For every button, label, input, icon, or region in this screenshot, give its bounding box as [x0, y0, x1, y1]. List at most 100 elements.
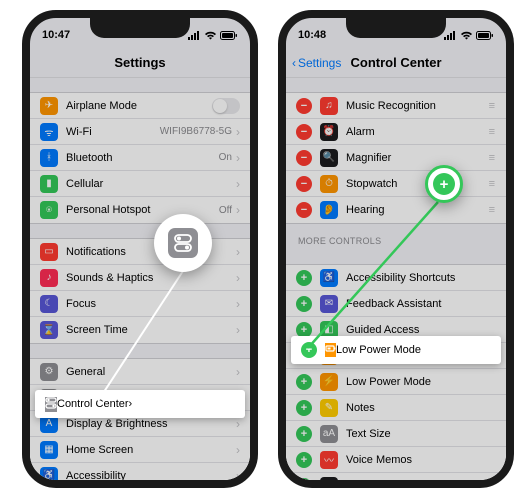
row-notes[interactable]: +✎Notes [286, 395, 506, 421]
plus-icon: + [433, 173, 455, 195]
chevron-right-icon: › [236, 443, 240, 457]
hearing-icon: 👂 [320, 201, 338, 219]
row-wallet[interactable]: + ▭ Wallet [286, 473, 506, 488]
row-alarm[interactable]: −⏰ Alarm≡ [286, 119, 506, 145]
chevron-left-icon: ‹ [292, 56, 296, 70]
chevron-right-icon: › [236, 323, 240, 337]
reorder-grip-icon[interactable]: ≡ [489, 152, 496, 164]
add-button[interactable]: + [296, 296, 312, 312]
alarm-icon: ⏰ [320, 123, 338, 141]
status-time: 10:47 [42, 29, 70, 41]
cellular-signal-icon [188, 31, 201, 40]
add-button[interactable]: + [301, 342, 317, 358]
row-label: Notes [346, 402, 496, 414]
feedback-icon: ✉ [320, 295, 338, 313]
reorder-grip-icon[interactable]: ≡ [489, 100, 496, 112]
chevron-right-icon: › [236, 271, 240, 285]
add-button[interactable]: + [296, 452, 312, 468]
row-label: Display & Brightness [66, 418, 236, 430]
general-icon: ⚙ [40, 363, 58, 381]
row-airplane[interactable]: ✈Airplane Mode [30, 93, 250, 119]
row-focus[interactable]: ☾Focus› [30, 291, 250, 317]
row-label: General [66, 366, 236, 378]
add-button[interactable]: + [296, 270, 312, 286]
reorder-grip-icon[interactable]: ≡ [489, 126, 496, 138]
settings-list[interactable]: ✈Airplane ModeᯤWi-FiWIFI9B6778-5G›ᚼBluet… [30, 78, 250, 488]
row-label: Feedback Assistant [346, 298, 496, 310]
reorder-grip-icon[interactable]: ≡ [489, 204, 496, 216]
row-cellular[interactable]: ▮Cellular› [30, 171, 250, 197]
row-label: Low Power Mode [346, 376, 496, 388]
add-button[interactable]: + [296, 400, 312, 416]
row-homescreen[interactable]: ▦Home Screen› [30, 437, 250, 463]
stopwatch-icon: ⏱ [320, 175, 338, 193]
row-bluetooth[interactable]: ᚼBluetoothOn› [30, 145, 250, 171]
row-label: Cellular [66, 178, 236, 190]
row-general[interactable]: ⚙General› [30, 359, 250, 385]
remove-button[interactable]: − [296, 124, 312, 140]
status-icons [444, 31, 494, 40]
row-label: Hearing [346, 204, 489, 216]
back-button[interactable]: ‹ Settings [292, 56, 341, 70]
row-label: Accessibility [66, 470, 236, 482]
controlcenter-icon [45, 397, 57, 412]
row-magnifier[interactable]: −🔍Magnifier≡ [286, 145, 506, 171]
notifications-icon: ▭ [40, 243, 58, 261]
row-detail: On [219, 152, 232, 163]
row-label: Bluetooth [66, 152, 219, 164]
nav-title: Settings [114, 55, 165, 70]
remove-button[interactable]: − [296, 176, 312, 192]
row-label: Music Recognition [346, 100, 489, 112]
row-label: Wallet [346, 480, 496, 488]
row-label: Personal Hotspot [66, 204, 219, 216]
add-button[interactable]: + [296, 374, 312, 390]
row-label: Wi-Fi [66, 126, 160, 138]
row-hearing[interactable]: −👂 Hearing≡ [286, 197, 506, 223]
nav-title: Control Center [351, 55, 442, 70]
cellular-signal-icon [444, 31, 457, 40]
battery-icon [220, 31, 238, 40]
row-screentime[interactable]: ⌛Screen Time› [30, 317, 250, 343]
add-button[interactable]: + [296, 426, 312, 442]
status-time: 10:48 [298, 29, 326, 41]
chevron-right-icon: › [236, 151, 240, 165]
row-textsize[interactable]: +aAText Size [286, 421, 506, 447]
row-label: Accessibility Shortcuts [346, 272, 496, 284]
row-label: Stopwatch [346, 178, 489, 190]
back-label: Settings [298, 56, 341, 70]
reorder-grip-icon[interactable]: ≡ [489, 178, 496, 190]
nav-bar: ‹ Settings Control Center [286, 48, 506, 78]
music-icon: ♫ [320, 97, 338, 115]
screentime-icon: ⌛ [40, 321, 58, 339]
row-music[interactable]: −♫ Music Recognition≡ [286, 93, 506, 119]
row-wifi[interactable]: ᯤWi-FiWIFI9B6778-5G› [30, 119, 250, 145]
chevron-right-icon: › [236, 245, 240, 259]
more-controls-header: MORE CONTROLS [286, 224, 506, 250]
add-button[interactable]: + [296, 478, 312, 488]
toggle[interactable] [212, 98, 240, 114]
row-stopwatch[interactable]: −⏱ Stopwatch≡ [286, 171, 506, 197]
row-voicememos[interactable]: +〰Voice Memos [286, 447, 506, 473]
remove-button[interactable]: − [296, 98, 312, 114]
row-feedback[interactable]: + ✉ Feedback Assistant [286, 291, 506, 317]
magnifier-icon: 🔍 [320, 149, 338, 167]
row-label: Airplane Mode [66, 100, 212, 112]
remove-button[interactable]: − [296, 150, 312, 166]
a11yshort-icon: ♿ [320, 269, 338, 287]
row-hotspot[interactable]: ⍟Personal HotspotOff› [30, 197, 250, 223]
wallet-icon: ▭ [320, 477, 338, 488]
remove-button[interactable]: − [296, 202, 312, 218]
row-label: Low Power Mode [336, 344, 421, 356]
controlcenter-list[interactable]: −♫Music Recognition≡−⏰Alarm≡−🔍Magnifier≡… [286, 78, 506, 488]
row-sounds[interactable]: ♪Sounds & Haptics› [30, 265, 250, 291]
row-label: Alarm [346, 126, 489, 138]
row-accessibility[interactable]: ♿Accessibility› [30, 463, 250, 488]
row-lowpower[interactable]: +⚡Low Power Mode [286, 369, 506, 395]
row-lowpower-highlight[interactable]: + Low Power Mode [291, 336, 501, 364]
row-notifications[interactable]: ▭Notifications› [30, 239, 250, 265]
row-a11yshort[interactable]: + ♿ Accessibility Shortcuts [286, 265, 506, 291]
chevron-right-icon: › [236, 297, 240, 311]
row-controlcenter-highlight[interactable]: Control Center › [35, 390, 245, 418]
callout-add: + [425, 165, 463, 203]
row-detail: Off [219, 205, 232, 216]
